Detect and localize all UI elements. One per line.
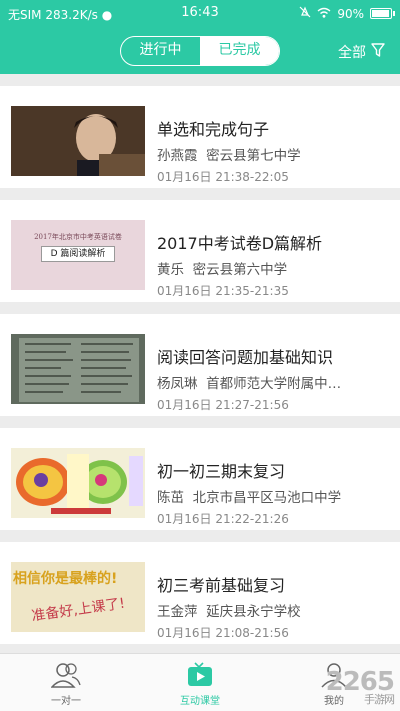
battery-icon <box>370 8 395 19</box>
list-item[interactable]: 阅读回答问题加基础知识 杨凤琳 首都师范大学附属中… 01月16日 21:27-… <box>0 314 400 416</box>
lesson-thumbnail: 2017年北京市中考英语试卷 D 篇阅读解析 <box>11 220 145 290</box>
lesson-title: 单选和完成句子 <box>157 120 270 139</box>
lesson-title: 2017中考试卷D篇解析 <box>157 234 323 253</box>
school-name: 密云县第七中学 <box>206 148 301 164</box>
teacher-name: 黄乐 <box>157 262 184 278</box>
status-right: 90% <box>299 6 395 21</box>
tab-in-progress[interactable]: 进行中 <box>121 37 200 65</box>
list-item[interactable]: 单选和完成句子 孙燕霞 密云县第七中学 01月16日 21:38-22:05 <box>0 86 400 188</box>
lesson-title: 初一初三期末复习 <box>157 462 286 481</box>
header: 进行中 已完成 全部 <box>0 28 400 74</box>
tab-interactive-class[interactable]: 互动课堂 <box>160 658 240 707</box>
lesson-thumbnail <box>11 106 145 176</box>
teacher-name: 孙燕霞 <box>157 148 198 164</box>
tab-completed[interactable]: 已完成 <box>200 37 279 65</box>
mute-icon <box>299 6 311 21</box>
site-watermark: 2265 手游网 <box>326 667 395 707</box>
lesson-thumbnail <box>11 334 145 404</box>
filter-icon <box>370 42 386 62</box>
lesson-teacher-school: 黄乐 密云县第六中学 <box>157 258 387 278</box>
status-bar: 无SIM 283.2K/s ● 16:43 90% <box>0 0 400 28</box>
tab-label: 一对一 <box>51 696 81 707</box>
thumb-line-2: 准备好,上课了! <box>30 595 126 625</box>
thumb-header-text: 2017年北京市中考英语试卷 <box>34 233 122 241</box>
lesson-teacher-school: 陈茁 北京市昌平区马池口中学 <box>157 486 387 506</box>
list-item[interactable]: 2017年北京市中考英语试卷 D 篇阅读解析 2017中考试卷D篇解析 黄乐 密… <box>0 200 400 302</box>
tv-play-icon <box>160 658 240 692</box>
teacher-name: 陈茁 <box>157 490 184 506</box>
thumb-line-1: 相信你是最棒的! <box>13 571 118 587</box>
lesson-thumbnail: 相信你是最棒的! 准备好,上课了! <box>11 562 145 632</box>
lesson-teacher-school: 王金萍 延庆县永宁学校 <box>157 600 387 620</box>
lesson-teacher-school: 孙燕霞 密云县第七中学 <box>157 144 387 164</box>
battery-percent: 90% <box>337 6 364 21</box>
lesson-time: 01月16日 21:35-21:35 <box>157 284 289 298</box>
lesson-thumbnail <box>11 448 145 518</box>
wifi-icon <box>317 7 331 21</box>
lesson-time: 01月16日 21:22-21:26 <box>157 512 289 526</box>
school-name: 北京市昌平区马池口中学 <box>192 490 342 506</box>
school-name: 密云县第六中学 <box>192 262 288 278</box>
lesson-time: 01月16日 21:38-22:05 <box>157 170 289 184</box>
bottom-tab-bar: 一对一 互动课堂 我的 2265 手游网 <box>0 653 400 711</box>
thumb-caption: D 篇阅读解析 <box>41 246 115 262</box>
status-segmented-control: 进行中 已完成 <box>120 36 280 66</box>
filter-label: 全部 <box>338 45 366 61</box>
lesson-title: 初三考前基础复习 <box>157 576 286 595</box>
teacher-name: 王金萍 <box>157 604 198 620</box>
filter-button[interactable]: 全部 <box>338 42 386 62</box>
school-name: 延庆县永宁学校 <box>206 604 301 620</box>
lesson-title: 阅读回答问题加基础知识 <box>157 348 334 367</box>
school-name: 首都师范大学附属中… <box>206 376 342 392</box>
lesson-time: 01月16日 21:08-21:56 <box>157 626 289 640</box>
lesson-teacher-school: 杨凤琳 首都师范大学附属中… <box>157 372 387 392</box>
users-icon <box>26 658 106 692</box>
tab-label: 互动课堂 <box>180 696 220 707</box>
tab-one-on-one[interactable]: 一对一 <box>26 658 106 707</box>
list-item[interactable]: 相信你是最棒的! 准备好,上课了! 初三考前基础复习 王金萍 延庆县永宁学校 0… <box>0 542 400 644</box>
list-item[interactable]: 初一初三期末复习 陈茁 北京市昌平区马池口中学 01月16日 21:22-21:… <box>0 428 400 530</box>
teacher-name: 杨凤琳 <box>157 376 198 392</box>
lesson-time: 01月16日 21:27-21:56 <box>157 398 289 412</box>
